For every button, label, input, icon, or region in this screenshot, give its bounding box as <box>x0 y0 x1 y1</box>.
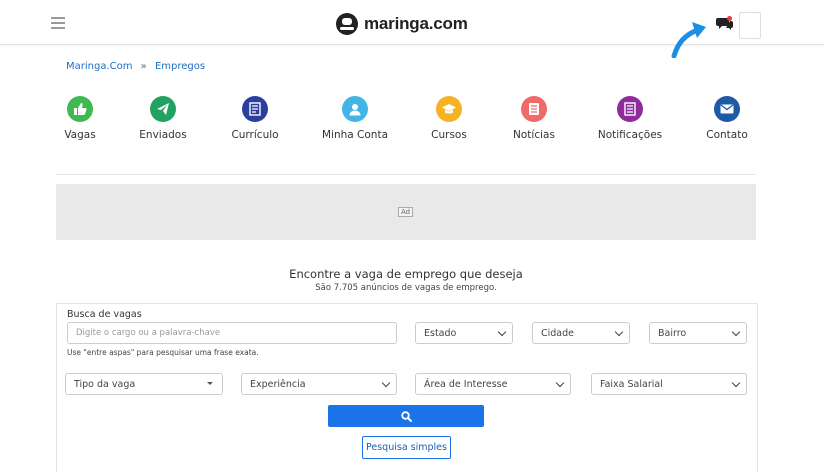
pointer-arrow-icon <box>671 22 706 58</box>
nav-item-cursos[interactable]: Cursos <box>419 96 479 141</box>
tipo-vaga-select-value: Tipo da vaga <box>74 378 136 390</box>
nav-label-enviados: Enviados <box>139 129 187 141</box>
keyword-input[interactable] <box>76 328 388 338</box>
chevron-down-icon <box>555 378 565 388</box>
user-icon <box>342 96 368 122</box>
menu-icon[interactable] <box>51 17 65 29</box>
caret-down-icon <box>207 382 213 385</box>
nav-label-contato: Contato <box>706 129 748 141</box>
user-avatar-button[interactable] <box>739 12 761 39</box>
logo-text: maringa.com <box>364 14 468 33</box>
estado-select[interactable]: Estado <box>415 322 513 344</box>
nav-label-vagas: Vagas <box>64 129 96 141</box>
breadcrumb: Maringa.Com » Empregos <box>66 61 205 72</box>
nav-item-enviados[interactable]: Enviados <box>133 96 193 141</box>
ad-badge: Ad <box>398 207 414 217</box>
experiencia-select-value: Experiência <box>250 378 306 390</box>
breadcrumb-empregos-link[interactable]: Empregos <box>155 61 205 72</box>
cidade-select-value: Cidade <box>541 327 574 339</box>
area-interesse-select-value: Área de Interesse <box>424 378 508 390</box>
graduation-cap-icon <box>436 96 462 122</box>
chevron-down-icon <box>731 327 741 337</box>
faixa-salarial-select[interactable]: Faixa Salarial <box>591 373 747 395</box>
search-label: Busca de vagas <box>67 309 142 320</box>
ad-banner[interactable]: Ad <box>56 184 756 240</box>
estado-select-value: Estado <box>424 327 457 339</box>
notification-dot <box>727 16 732 21</box>
search-hint: Use "entre aspas" para pesquisar uma fra… <box>67 348 259 357</box>
nav-label-minha-conta: Minha Conta <box>321 129 389 141</box>
bairro-select[interactable]: Bairro <box>649 322 747 344</box>
bairro-select-value: Bairro <box>658 327 687 339</box>
nav-item-curriculo[interactable]: Currículo <box>225 96 285 141</box>
nav-item-minha-conta[interactable]: Minha Conta <box>320 96 390 141</box>
tipo-vaga-select[interactable]: Tipo da vaga <box>65 373 223 395</box>
area-interesse-select[interactable]: Área de Interesse <box>415 373 571 395</box>
faixa-salarial-select-value: Faixa Salarial <box>600 378 663 390</box>
divider <box>56 174 756 175</box>
chevron-down-icon <box>614 327 624 337</box>
nav-label-curriculo: Currículo <box>231 129 279 141</box>
keyword-field[interactable] <box>67 322 397 344</box>
job-search-panel: Busca de vagas Estado Cidade Bairro Use … <box>56 303 758 472</box>
envelope-icon <box>714 96 740 122</box>
experiencia-select[interactable]: Experiência <box>241 373 397 395</box>
nav-item-vagas[interactable]: Vagas <box>50 96 110 141</box>
site-logo[interactable]: maringa.com <box>336 12 468 36</box>
chevron-down-icon <box>381 378 391 388</box>
newspaper-icon <box>521 96 547 122</box>
job-count-text: São 7.705 anúncios de vagas de emprego. <box>315 283 497 293</box>
document-icon <box>242 96 268 122</box>
paper-plane-icon <box>150 96 176 122</box>
chevron-down-icon <box>731 378 741 388</box>
logo-mascot-icon <box>336 13 358 35</box>
search-button[interactable] <box>328 405 484 427</box>
search-icon <box>400 410 412 422</box>
nav-item-contato[interactable]: Contato <box>697 96 757 141</box>
chevron-down-icon <box>497 327 507 337</box>
nav-label-cursos: Cursos <box>431 129 467 141</box>
page-headline: Encontre a vaga de emprego que deseja <box>289 267 523 281</box>
nav-item-notificacoes[interactable]: Notificações <box>595 96 665 141</box>
thumbs-up-icon <box>67 96 93 122</box>
list-icon <box>617 96 643 122</box>
cidade-select[interactable]: Cidade <box>532 322 630 344</box>
simple-search-button[interactable]: Pesquisa simples <box>362 436 451 459</box>
breadcrumb-separator: » <box>140 61 147 72</box>
nav-item-noticias[interactable]: Notícias <box>504 96 564 141</box>
nav-label-notificacoes: Notificações <box>597 129 663 141</box>
breadcrumb-home-link[interactable]: Maringa.Com <box>66 61 132 72</box>
nav-label-noticias: Notícias <box>513 129 555 141</box>
